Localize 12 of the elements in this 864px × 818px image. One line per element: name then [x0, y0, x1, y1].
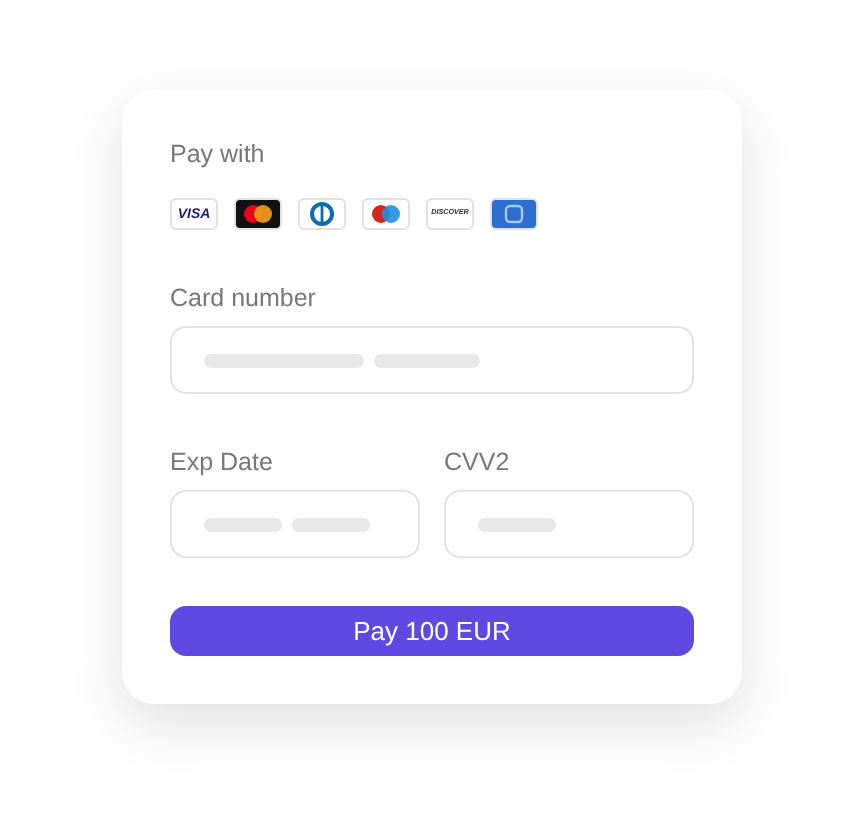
- maestro-logo: [362, 198, 410, 230]
- input-field[interactable]: [444, 490, 694, 558]
- diners-logo: [298, 198, 346, 230]
- field-label: Exp Date: [170, 446, 275, 478]
- field-label: CVV2: [444, 446, 512, 478]
- mastercard-logo: [234, 198, 282, 230]
- field-label: Card number: [170, 282, 318, 314]
- input-field[interactable]: [170, 490, 420, 558]
- amex-logo: [490, 198, 538, 230]
- pay-button[interactable]: Pay 100 EUR: [170, 606, 694, 656]
- pay-with-label: Pay with: [170, 138, 267, 170]
- input-field[interactable]: [170, 326, 694, 394]
